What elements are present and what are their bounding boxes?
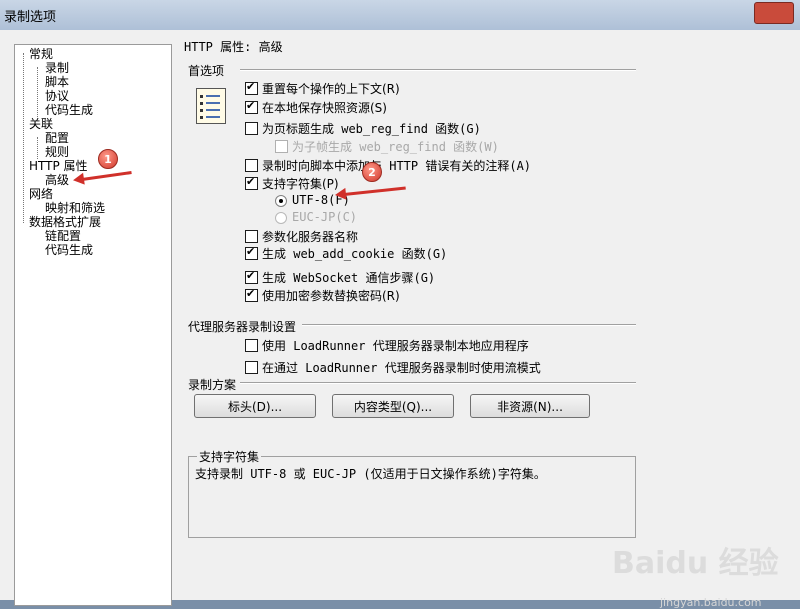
page-title-reg-find-checkbox[interactable]: [245, 122, 258, 135]
tree-item-mapping-filtering[interactable]: 映射和筛选: [45, 201, 105, 215]
proxy-streaming-checkbox[interactable]: [245, 361, 258, 374]
title-bar: 录制选项: [0, 0, 800, 31]
preferences-icon: [196, 88, 226, 124]
parameterize-server-label: 参数化服务器名称: [262, 230, 359, 244]
description-text: 支持录制 UTF-8 或 EUC-JP (仅适用于日文操作系统)字符集。: [195, 467, 546, 481]
description-box: 支持字符集 支持录制 UTF-8 或 EUC-JP (仅适用于日文操作系统)字符…: [188, 448, 636, 538]
tree-item-advanced[interactable]: 高级: [45, 173, 70, 187]
panel-header: HTTP 属性: 高级: [184, 40, 283, 54]
tree-item-configuration[interactable]: 配置: [45, 131, 69, 145]
close-button[interactable]: [754, 2, 794, 24]
watermark-brand: Baidu 经验: [612, 546, 779, 581]
websocket-steps-checkbox[interactable]: [245, 269, 258, 284]
tree-item-correlation[interactable]: 关联: [29, 117, 53, 131]
proxy-group-title: 代理服务器录制设置: [188, 320, 297, 334]
support-charset-label: 支持字符集(P): [262, 177, 339, 191]
proxy-divider: [302, 324, 636, 326]
proxy-streaming-label: 在通过 LoadRunner 代理服务器录制时使用流模式: [262, 361, 541, 375]
save-snapshot-checkbox[interactable]: [245, 99, 258, 114]
subframe-reg-find-checkbox: [275, 140, 288, 153]
annotation-badge-2: 2: [362, 162, 382, 182]
settings-panel: HTTP 属性: 高级 首选项 重置每个操作的上下文(R) 在本地保存快照资源(…: [178, 40, 800, 600]
reset-context-checkbox[interactable]: [245, 80, 258, 95]
web-add-cookie-checkbox[interactable]: [245, 245, 258, 260]
proxy-local-app-checkbox[interactable]: [245, 339, 258, 352]
tree-item-data-format-extension[interactable]: 数据格式扩展: [29, 215, 101, 229]
tree-item-recording[interactable]: 录制: [45, 61, 69, 75]
tree-item-rules[interactable]: 规则: [45, 145, 69, 159]
tree-item-script[interactable]: 脚本: [45, 75, 69, 89]
headers-button[interactable]: 标头(D)...: [194, 394, 316, 418]
save-snapshot-label: 在本地保存快照资源(S): [262, 101, 387, 115]
options-tree[interactable]: 常规 录制 脚本 协议 代码生成 关联 配置 规则 HTTP 属性 高级 网络 …: [14, 44, 172, 606]
parameterize-server-checkbox[interactable]: [245, 230, 258, 243]
tree-item-code-generation[interactable]: 代码生成: [45, 103, 93, 117]
tree-line: [37, 67, 38, 117]
tree-item-general[interactable]: 常规: [29, 47, 53, 61]
tree-item-http-properties[interactable]: HTTP 属性: [29, 159, 88, 173]
page-title-reg-find-label: 为页标题生成 web_reg_find 函数(G): [262, 122, 481, 136]
http-error-comments-checkbox[interactable]: [245, 159, 258, 172]
preferences-divider: [240, 69, 636, 71]
window-title: 录制选项: [4, 10, 57, 25]
http-error-comments-label: 录制时向脚本中添加与 HTTP 错误有关的注释(A): [262, 159, 532, 173]
subframe-reg-find-label: 为子帧生成 web_reg_find 函数(W): [292, 140, 499, 154]
websocket-steps-label: 生成 WebSocket 通信步骤(G): [262, 271, 436, 285]
preferences-group-title: 首选项: [188, 64, 225, 78]
description-title: 支持字符集: [197, 448, 262, 465]
scheme-group-title: 录制方案: [188, 378, 237, 392]
watermark-url: jingyan.baidu.com: [660, 596, 762, 609]
encrypt-password-checkbox[interactable]: [245, 287, 258, 302]
euc-jp-label: EUC-JP(C): [292, 210, 358, 224]
encrypt-password-label: 使用加密参数替换密码(R): [262, 289, 400, 303]
annotation-badge-1: 1: [98, 149, 118, 169]
tree-item-chain-configuration[interactable]: 链配置: [45, 229, 81, 243]
reset-context-label: 重置每个操作的上下文(R): [262, 82, 400, 96]
proxy-local-app-label: 使用 LoadRunner 代理服务器录制本地应用程序: [262, 339, 529, 353]
euc-jp-radio: [275, 212, 287, 224]
scheme-divider: [240, 382, 636, 384]
tree-item-network[interactable]: 网络: [29, 187, 53, 201]
utf8-radio[interactable]: [275, 195, 287, 207]
tree-line: [37, 137, 38, 159]
tree-item-code-generation-2[interactable]: 代码生成: [45, 243, 93, 257]
tree-line: [23, 53, 24, 223]
web-add-cookie-label: 生成 web_add_cookie 函数(G): [262, 247, 448, 261]
non-resources-button[interactable]: 非资源(N)...: [470, 394, 590, 418]
tree-item-protocol[interactable]: 协议: [45, 89, 69, 103]
support-charset-checkbox[interactable]: [245, 175, 258, 190]
dialog-client: 常规 录制 脚本 协议 代码生成 关联 配置 规则 HTTP 属性 高级 网络 …: [0, 30, 800, 609]
content-types-button[interactable]: 内容类型(Q)...: [332, 394, 454, 418]
